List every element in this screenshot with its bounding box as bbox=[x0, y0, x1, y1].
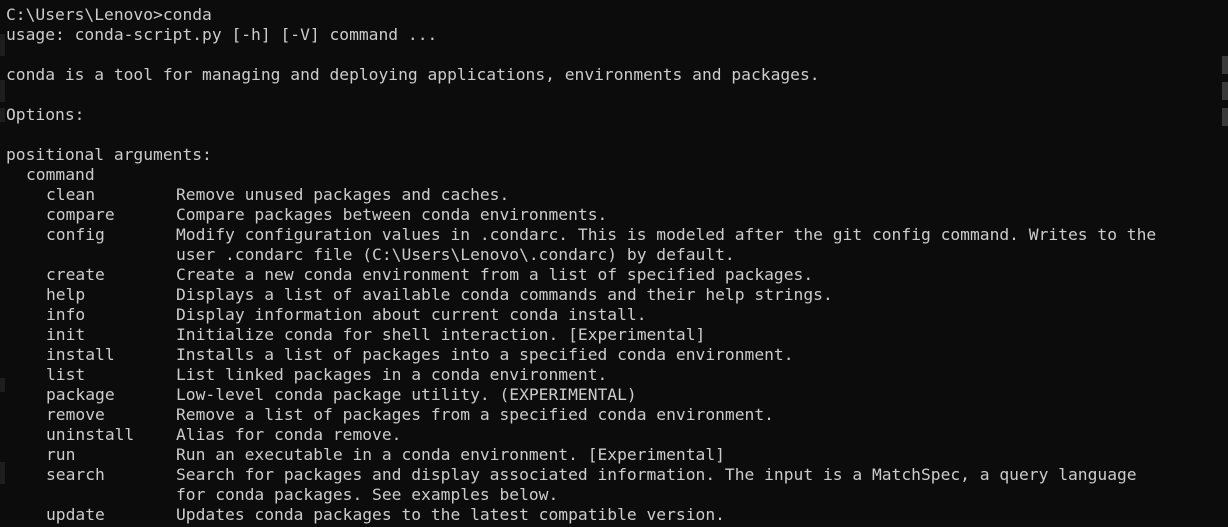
usage-line: usage: conda-script.py [-h] [-V] command… bbox=[6, 25, 438, 44]
command-row: list List linked packages in a conda envi… bbox=[6, 365, 1214, 385]
command-row: uninstall Alias for conda remove. bbox=[6, 425, 1214, 445]
command-description: Modify configuration values in .condarc.… bbox=[176, 225, 1157, 244]
scrollbar[interactable] bbox=[1214, 0, 1228, 527]
command-name: search bbox=[46, 465, 105, 484]
command-name: update bbox=[46, 505, 105, 524]
terminal-output: C:\Users\Lenovo>conda usage: conda-scrip… bbox=[6, 5, 1214, 525]
command-description: Initialize conda for shell interaction. … bbox=[176, 325, 706, 344]
background-window-edge bbox=[0, 34, 5, 56]
command-row: update Updates conda packages to the late… bbox=[6, 505, 1214, 525]
background-window-edge bbox=[0, 80, 5, 102]
command-description-continued: for conda packages. See examples below. bbox=[176, 485, 559, 504]
command-description: Alias for conda remove. bbox=[176, 425, 402, 444]
command-name: list bbox=[46, 365, 86, 384]
command-description: Installs a list of packages into a speci… bbox=[176, 345, 794, 364]
options-heading: Options: bbox=[6, 105, 85, 124]
command-description: Low-level conda package utility. (EXPERI… bbox=[176, 385, 637, 404]
command-row: remove Remove a list of packages from a s… bbox=[6, 405, 1214, 425]
command-name: clean bbox=[46, 185, 96, 204]
command-name: run bbox=[46, 445, 76, 464]
command-name: install bbox=[46, 345, 115, 364]
command-description: Display information about current conda … bbox=[176, 305, 647, 324]
command-description: List linked packages in a conda environm… bbox=[176, 365, 608, 384]
command-description: Updates conda packages to the latest com… bbox=[176, 505, 725, 524]
background-window-edge bbox=[1222, 56, 1228, 74]
command-description: Search for packages and display associat… bbox=[176, 465, 1137, 484]
command-row: create Create a new conda environment fro… bbox=[6, 265, 1214, 285]
command-name: package bbox=[46, 385, 115, 404]
positional-heading: positional arguments: bbox=[6, 145, 212, 164]
command-name: remove bbox=[46, 405, 105, 424]
background-window-edge bbox=[1222, 82, 1228, 100]
background-window-edge bbox=[0, 378, 5, 392]
command-name: create bbox=[46, 265, 105, 284]
command-description: Remove a list of packages from a specifi… bbox=[176, 405, 774, 424]
command-description-continued: user .condarc file (C:\Users\Lenovo\.con… bbox=[176, 245, 735, 264]
command-list: clean Remove unused packages and caches. c… bbox=[6, 185, 1214, 525]
command-description: Run an executable in a conda environment… bbox=[176, 445, 725, 464]
prompt-line: C:\Users\Lenovo>conda bbox=[6, 5, 212, 24]
command-description: Create a new conda environment from a li… bbox=[176, 265, 814, 284]
background-window-edge bbox=[0, 108, 5, 122]
command-row: init Initialize conda for shell interacti… bbox=[6, 325, 1214, 345]
command-row: run Run an executable in a conda environm… bbox=[6, 445, 1214, 465]
description-line: conda is a tool for managing and deployi… bbox=[6, 65, 820, 84]
command-heading: command bbox=[26, 165, 95, 184]
command-row: install Installs a list of packages into … bbox=[6, 345, 1214, 365]
command-description: Displays a list of available conda comma… bbox=[176, 285, 833, 304]
command-name: config bbox=[46, 225, 105, 244]
command-row: compare Compare packages between conda en… bbox=[6, 205, 1214, 225]
background-window-edge bbox=[0, 462, 5, 484]
command-name: help bbox=[46, 285, 86, 304]
command-description: Compare packages between conda environme… bbox=[176, 205, 608, 224]
command-row: search Search for packages and display as… bbox=[6, 465, 1214, 485]
command-row: package Low-level conda package utility. … bbox=[6, 385, 1214, 405]
terminal-window[interactable]: C:\Users\Lenovo>conda usage: conda-scrip… bbox=[0, 0, 1228, 527]
command-name: compare bbox=[46, 205, 115, 224]
command-name: uninstall bbox=[46, 425, 135, 444]
command-name: info bbox=[46, 305, 86, 324]
command-row: clean Remove unused packages and caches. bbox=[6, 185, 1214, 205]
command-name: init bbox=[46, 325, 86, 344]
command-row: info Display information about current co… bbox=[6, 305, 1214, 325]
command-row: config Modify configuration values in .co… bbox=[6, 225, 1214, 245]
command-row: help Displays a list of available conda c… bbox=[6, 285, 1214, 305]
background-window-edge bbox=[1222, 108, 1228, 126]
command-description: Remove unused packages and caches. bbox=[176, 185, 510, 204]
